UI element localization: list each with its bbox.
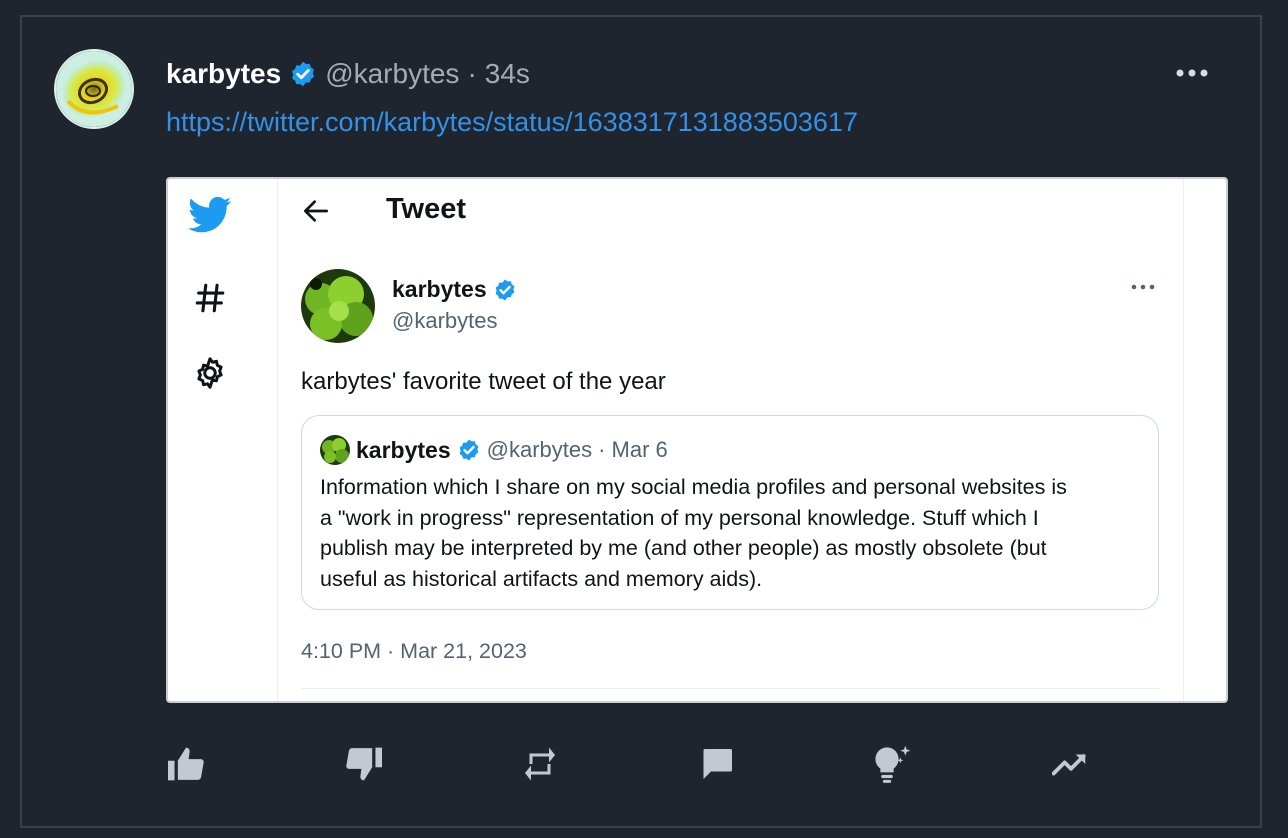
post-link[interactable]: https://twitter.com/karbytes/status/1638… [166,107,858,138]
tweet-author-handle: @karbytes [392,308,498,333]
embed-page-title: Tweet [386,193,467,225]
tweet-author-name: karbytes [392,276,517,303]
twitter-bird-icon [188,193,232,237]
comment-button[interactable] [695,742,739,786]
quoted-tweet-avatar [320,435,350,465]
gear-icon [188,351,232,395]
more-horizontal-icon [1130,279,1160,299]
embed-sidebar [168,179,278,701]
repost-button[interactable] [518,742,562,786]
quoted-tweet-header: karbytes @karbytes · Mar 6 [320,435,668,465]
author-handle[interactable]: @karbytes [325,58,459,90]
more-horizontal-icon [1176,69,1208,77]
embed-divider [1183,179,1184,701]
quoted-tweet: karbytes @karbytes · Mar 6 Information w… [301,415,1159,610]
tweet-divider [301,688,1159,689]
repost-icon [525,747,555,781]
post-action-bar [0,742,1288,786]
trending-button[interactable] [1049,742,1093,786]
quoted-tweet-line: publish may be interpreted by me (and ot… [320,536,1047,560]
quoted-tweet-line: useful as historical artifacts and memor… [320,566,763,591]
dislike-button[interactable] [342,742,386,786]
back-arrow-icon [300,195,332,227]
tweet-avatar [301,269,375,343]
author-name[interactable]: karbytes [166,58,281,90]
quoted-tweet-date: · Mar 6 [598,437,668,462]
embedded-tweet-screenshot[interactable]: Tweet karbytes @karbytes karbytes' favor… [166,177,1228,703]
comment-icon [703,749,732,779]
tweet-author-name-text: karbytes [392,276,487,302]
idea-bulb-icon [875,745,911,783]
insight-button[interactable] [870,742,914,786]
quoted-tweet-line: Information which I share on my social m… [320,475,1067,499]
author-avatar[interactable] [54,49,134,129]
verified-badge-icon [289,60,317,88]
like-button[interactable] [164,742,208,786]
tweet-text: karbytes' favorite tweet of the year [301,368,666,395]
post-time[interactable]: 34s [485,58,530,90]
thumbs-up-icon [168,747,204,781]
quoted-tweet-name: karbytes [356,436,451,463]
post-header: karbytes @karbytes · 34s [166,54,530,94]
quoted-tweet-handle: @karbytes [486,437,593,462]
quoted-tweet-line: a "work in progress" representation of m… [320,505,1039,530]
post-more-button[interactable] [1170,58,1214,88]
hashtag-icon [188,276,232,320]
header-separator: · [467,58,477,89]
trending-icon [1052,754,1086,776]
verified-badge-icon [457,438,481,462]
verified-badge-icon [493,278,517,302]
quoted-tweet-text: Information which I share on my social m… [320,472,1150,594]
thumbs-down-icon [346,747,382,781]
tweet-timestamp: 4:10 PM · Mar 21, 2023 [301,639,527,663]
